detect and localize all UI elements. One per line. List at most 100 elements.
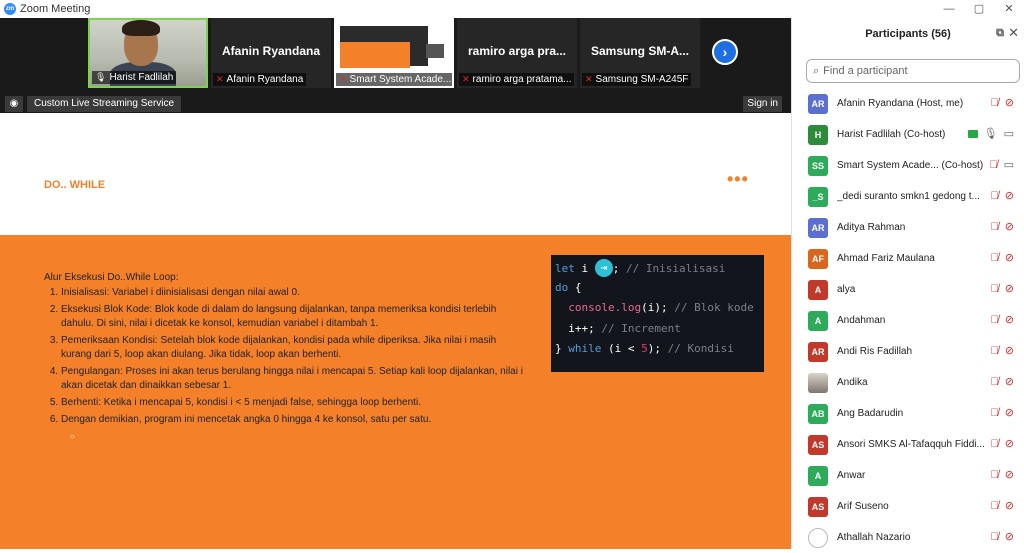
camera-off-icon[interactable]: ⊘: [1005, 96, 1014, 109]
participant-name: Arif Suseno: [837, 501, 889, 512]
list-item[interactable]: AF Ahmad Fariz Maulana 🎙̸ ⊘: [792, 243, 1024, 274]
list-item[interactable]: AR Afanin Ryandana (Host, me) 🎙̸ ⊘: [792, 88, 1024, 119]
avatar: A: [808, 279, 828, 300]
participant-status-icons: 🎙̸ ⊘: [991, 189, 1014, 203]
avatar: AR: [808, 93, 828, 114]
camera-icon[interactable]: ▭: [1004, 127, 1014, 140]
participant-status-icons: 🎙̸ ⊘: [991, 406, 1014, 420]
mic-muted-icon[interactable]: 🎙̸: [991, 221, 999, 233]
camera-off-icon[interactable]: ⊘: [1005, 220, 1014, 233]
video-tile-harist[interactable]: 🎙 Harist Fadlilah: [88, 18, 208, 88]
camera-off-icon[interactable]: ⊘: [1005, 406, 1014, 419]
search-input[interactable]: ⌕ Find a participant: [806, 59, 1020, 83]
live-streaming-button[interactable]: Custom Live Streaming Service: [27, 96, 182, 112]
list-item[interactable]: AR Aditya Rahman 🎙̸ ⊘: [792, 212, 1024, 243]
slide-text: Alur Eksekusi Do..While Loop: Inisialisa…: [44, 271, 524, 444]
mic-muted-icon[interactable]: 🎙̸: [989, 159, 997, 171]
zoom-logo-icon: zm: [4, 3, 16, 15]
camera-off-icon[interactable]: ⊘: [1005, 189, 1014, 202]
tile-label: ✕ ramiro arga pratama...: [459, 73, 575, 86]
participant-name: Ahmad Fariz Maulana: [837, 253, 935, 264]
mic-muted-icon[interactable]: 🎙̸: [991, 407, 999, 419]
list-item[interactable]: Aalya 🎙̸ ⊘: [792, 274, 1024, 305]
list-item[interactable]: AS Ansori SMKS Al-Tafaqquh Fiddi... 🎙̸ ⊘: [792, 429, 1024, 460]
maximize-button[interactable]: ▢: [964, 0, 994, 18]
minimize-button[interactable]: —: [934, 0, 964, 18]
avatar: [808, 372, 828, 393]
shared-screen: DO.. WHILE ••• Alur Eksekusi Do..While L…: [0, 113, 791, 549]
list-item: Pemeriksaan Kondisi: Setelah blok kode d…: [61, 334, 524, 362]
avatar: SS: [808, 155, 828, 176]
mic-muted-icon[interactable]: 🎙̸: [991, 314, 999, 326]
list-item[interactable]: Andika 🎙̸ ⊘: [792, 367, 1024, 398]
slide-body: Alur Eksekusi Do..While Loop: Inisialisa…: [0, 235, 791, 549]
participant-status-icons: 🎙̸ ▭: [989, 158, 1014, 172]
camera-icon[interactable]: ▭: [1004, 158, 1014, 171]
camera-off-icon[interactable]: ⊘: [1005, 251, 1014, 264]
video-filmstrip: 🎙 Harist Fadlilah Afanin Ryandana ✕ Afan…: [0, 18, 791, 90]
participant-status-icons: 🎙̸ ⊘: [991, 375, 1014, 389]
camera-off-icon[interactable]: ⊘: [1005, 530, 1014, 543]
mic-muted-icon[interactable]: 🎙̸: [991, 252, 999, 264]
sign-in-button[interactable]: Sign in: [743, 96, 782, 112]
camera-off-icon[interactable]: ⊘: [1005, 375, 1014, 388]
participants-header: Participants (56) ⧉ ✕: [792, 18, 1024, 50]
participant-status-icons: 🎙̸ ⊘: [991, 251, 1014, 265]
list-item[interactable]: H Harist Fadlilah (Co-host) 🎙 ▭: [792, 119, 1024, 150]
list-item[interactable]: Athallah Nazario 🎙̸ ⊘: [792, 522, 1024, 553]
mic-muted-icon[interactable]: 🎙̸: [991, 376, 999, 388]
avatar: [808, 527, 828, 548]
avatar: H: [808, 124, 828, 145]
video-tile-afanin[interactable]: Afanin Ryandana ✕ Afanin Ryandana: [211, 18, 331, 88]
participant-name: Harist Fadlilah (Co-host): [837, 129, 946, 140]
video-tile-samsung[interactable]: Samsung SM-A... ✕ Samsung SM-A245F: [580, 18, 700, 88]
avatar: AR: [808, 341, 828, 362]
list-item[interactable]: _S _dedi suranto smkn1 gedong t... 🎙̸ ⊘: [792, 181, 1024, 212]
participant-name: Smart System Acade... (Co-host): [837, 160, 984, 171]
list-item[interactable]: AS Arif Suseno 🎙̸ ⊘: [792, 491, 1024, 522]
tile-center-name: Samsung SM-A...: [590, 44, 689, 58]
window-titlebar: zm Zoom Meeting — ▢ ✕: [0, 0, 1024, 18]
camera-off-icon[interactable]: ⊘: [1005, 499, 1014, 512]
participant-status-icons: 🎙 ▭: [967, 127, 1014, 140]
close-icon[interactable]: ✕: [1008, 25, 1019, 41]
mic-icon[interactable]: 🎙: [984, 127, 998, 140]
steps-list: Inisialisasi: Variabel i diinisialisasi …: [44, 286, 524, 427]
avatar: AS: [808, 496, 828, 517]
avatar: AR: [808, 217, 828, 238]
participant-status-icons: 🎙̸ ⊘: [991, 437, 1014, 451]
video-tile-ramiro[interactable]: ramiro arga pra... ✕ ramiro arga pratama…: [457, 18, 577, 88]
mic-muted-icon[interactable]: 🎙̸: [991, 190, 999, 202]
meeting-area: 🎙 Harist Fadlilah Afanin Ryandana ✕ Afan…: [0, 18, 791, 549]
mic-muted-icon[interactable]: 🎙̸: [991, 469, 999, 481]
video-tile-smart-system[interactable]: ✕ Smart System Acade...: [334, 18, 454, 88]
mic-muted-icon[interactable]: 🎙̸: [991, 500, 999, 512]
sub-bullet: ○: [70, 432, 75, 441]
mic-muted-icon[interactable]: 🎙̸: [991, 97, 999, 109]
popout-icon[interactable]: ⧉: [996, 27, 1004, 40]
stream-toolbar: ◉ Custom Live Streaming Service Sign in: [0, 95, 791, 113]
list-item[interactable]: AR Andi Ris Fadillah 🎙̸ ⊘: [792, 336, 1024, 367]
list-item[interactable]: A Andahman 🎙̸ ⊘: [792, 305, 1024, 336]
participant-status-icons: 🎙̸ ⊘: [991, 468, 1014, 482]
code-line-4: i++; // Increment: [568, 321, 681, 335]
participant-name: alya: [837, 284, 856, 295]
camera-off-icon[interactable]: ⊘: [1005, 344, 1014, 357]
camera-off-icon[interactable]: ⊘: [1005, 282, 1014, 295]
list-item[interactable]: AB Ang Badarudin 🎙̸ ⊘: [792, 398, 1024, 429]
participant-status-icons: 🎙̸ ⊘: [991, 530, 1014, 544]
chevron-right-icon[interactable]: ›: [712, 39, 738, 65]
mic-muted-icon[interactable]: 🎙̸: [991, 283, 999, 295]
live-stream-icon[interactable]: ◉: [5, 96, 23, 112]
mic-muted-icon[interactable]: 🎙̸: [991, 438, 999, 450]
mic-muted-icon[interactable]: 🎙̸: [991, 531, 999, 543]
mic-muted-icon[interactable]: 🎙̸: [991, 345, 999, 357]
close-window-button[interactable]: ✕: [994, 0, 1024, 18]
camera-off-icon[interactable]: ⊘: [1005, 313, 1014, 326]
list-item[interactable]: SS Smart System Acade... (Co-host) 🎙̸ ▭: [792, 150, 1024, 181]
camera-off-icon[interactable]: ⊘: [1005, 468, 1014, 481]
tile-label: ✕ Samsung SM-A245F: [582, 73, 692, 86]
mic-on-icon: 🎙: [95, 72, 107, 82]
list-item[interactable]: A Anwar 🎙̸ ⊘: [792, 460, 1024, 491]
camera-off-icon[interactable]: ⊘: [1005, 437, 1014, 450]
